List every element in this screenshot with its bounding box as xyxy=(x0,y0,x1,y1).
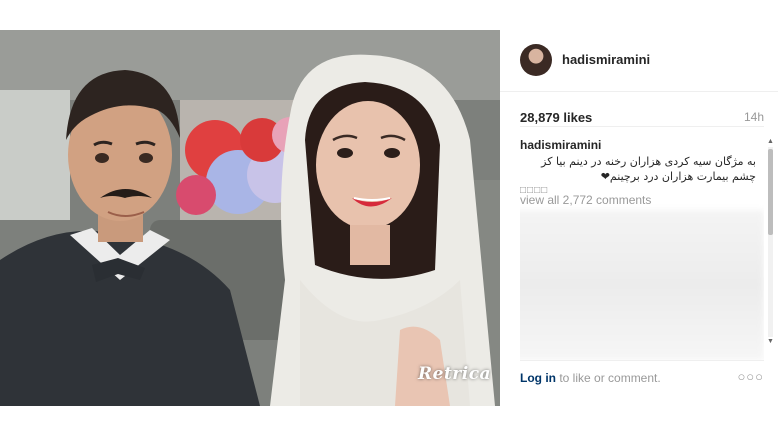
more-options-icon[interactable]: ○○○ xyxy=(737,369,764,384)
login-prompt: Log in to like or comment. xyxy=(520,371,661,385)
scroll-up-arrow-icon[interactable]: ▲ xyxy=(767,138,774,146)
scrollbar-track[interactable] xyxy=(768,147,773,337)
view-all-comments-link[interactable]: view all 2,772 comments xyxy=(520,193,651,207)
post-photo[interactable]: Retrica xyxy=(0,30,500,406)
instagram-post: Retrica hadismiramini 28,879 likes 14h h… xyxy=(0,30,778,406)
login-link[interactable]: Log in xyxy=(520,371,556,385)
caption-text: به مژگان سیه کردی هزاران رخنه در دینم بی… xyxy=(541,155,756,183)
likes-count[interactable]: 28,879 likes xyxy=(520,110,592,125)
post-side-panel: hadismiramini 28,879 likes 14h hadismira… xyxy=(500,30,778,406)
retrica-watermark: Retrica xyxy=(418,364,492,384)
caption-username[interactable]: hadismiramini xyxy=(520,138,764,152)
header-username[interactable]: hadismiramini xyxy=(562,52,650,67)
comments-scrollbar[interactable]: ▲ ▼ xyxy=(766,138,775,346)
comments-section: hadismiramini به مژگان سیه کردی هزاران ر… xyxy=(520,138,764,360)
profile-avatar[interactable] xyxy=(520,44,552,76)
post-header: hadismiramini xyxy=(500,30,778,92)
scrollbar-thumb[interactable] xyxy=(768,149,773,235)
post-footer: Log in to like or comment. ○○○ xyxy=(520,360,764,406)
photo-illustration xyxy=(0,30,500,406)
post-time[interactable]: 14h xyxy=(744,110,764,124)
login-prompt-text: to like or comment. xyxy=(556,371,661,385)
blurred-comments xyxy=(520,210,764,360)
scroll-down-arrow-icon[interactable]: ▼ xyxy=(767,338,774,346)
post-stats: 28,879 likes 14h xyxy=(520,107,764,127)
